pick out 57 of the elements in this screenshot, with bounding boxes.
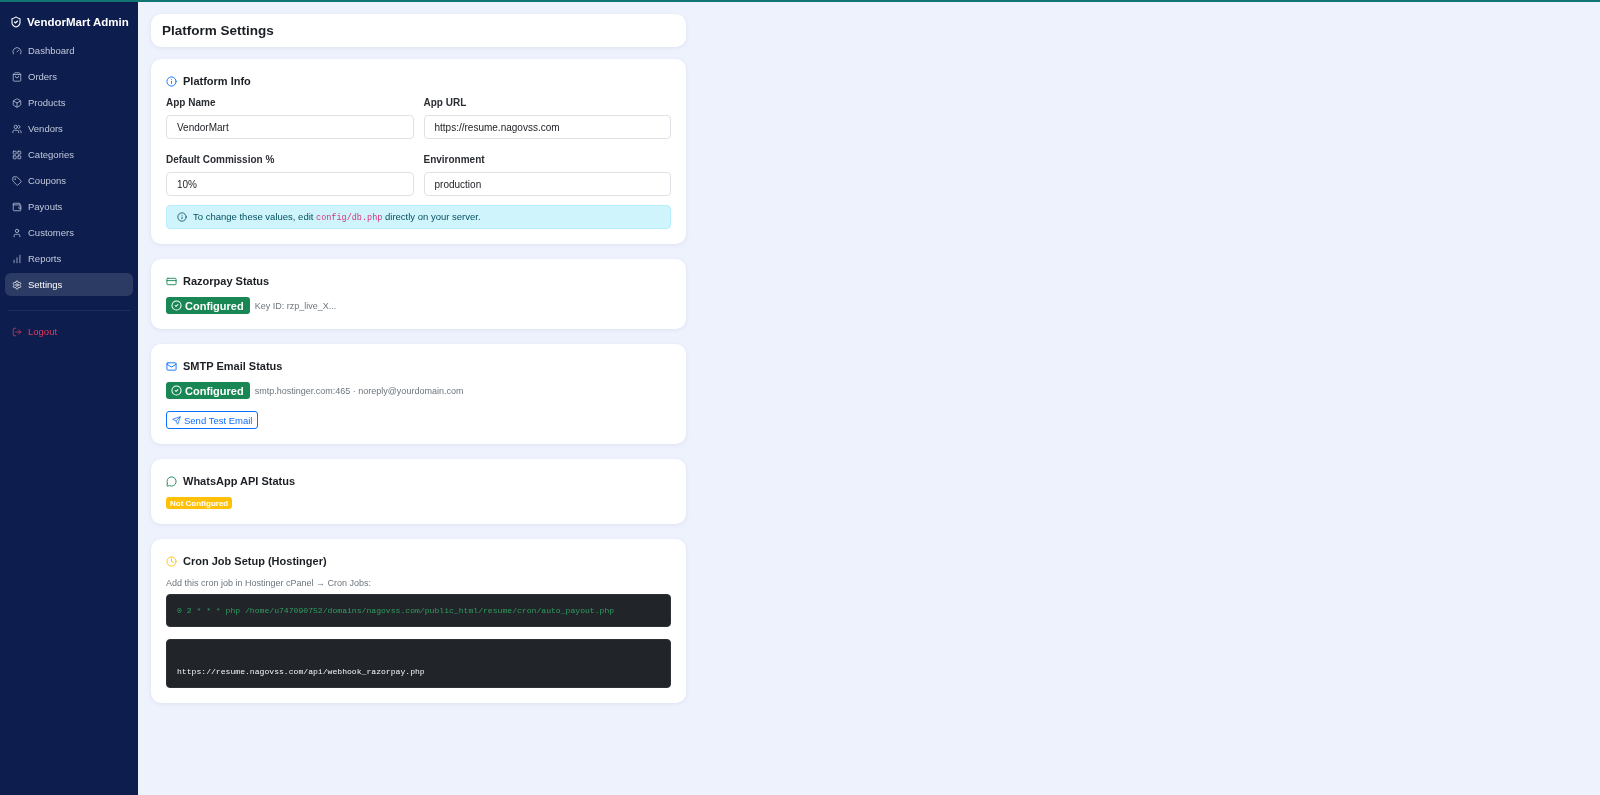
check-circle-icon <box>171 300 182 311</box>
card-title: Cron Job Setup (Hostinger) <box>183 554 327 568</box>
badge-text: Not Configured <box>170 498 229 508</box>
bag-icon <box>12 71 22 82</box>
text-input[interactable]: 10% <box>166 172 414 196</box>
nav-item[interactable]: Products <box>5 91 133 114</box>
text-input[interactable]: production <box>423 172 671 196</box>
card-title: Platform Info <box>183 74 251 88</box>
send-icon <box>172 415 181 425</box>
nav-item[interactable]: Coupons <box>5 169 133 192</box>
brand-title: VendorMart Admin <box>27 15 129 30</box>
field-label: App URL <box>423 96 468 110</box>
text-input[interactable]: https://resume.nagovss.com <box>423 115 671 139</box>
field-label: App Name <box>166 96 217 110</box>
bar-chart-icon <box>12 253 22 264</box>
clock-icon <box>166 555 177 567</box>
nav-item[interactable]: Payouts <box>5 195 133 218</box>
user-icon <box>12 227 22 238</box>
check-circle-icon <box>171 385 182 396</box>
nav-item[interactable]: Reports <box>5 247 133 270</box>
page-title: Platform Settings <box>162 22 275 39</box>
info-icon <box>166 75 177 87</box>
status-detail: smtp.hostinger.com:465 · noreply@yourdomain.com <box>254 385 464 396</box>
logout-icon <box>12 326 22 337</box>
mail-icon <box>166 360 177 372</box>
users-icon <box>12 123 22 134</box>
send-test-email-button[interactable]: Send Test Email <box>166 411 259 429</box>
badge-text: Configured <box>185 384 244 397</box>
logout-link[interactable]: Logout <box>5 320 133 343</box>
cron-hint: Add this cron job in Hostinger cPanel → Cron Jobs: <box>166 577 373 590</box>
code-block: https://resume.nagovss.com/api/webhook_razorpay.php <box>166 639 671 688</box>
nav-item[interactable]: Dashboard <box>5 39 133 62</box>
wallet-icon <box>12 201 22 212</box>
field-label: Environment <box>423 153 486 167</box>
gauge-icon <box>12 45 22 56</box>
nav-item[interactable]: Orders <box>5 65 133 88</box>
nav-item[interactable]: Categories <box>5 143 133 166</box>
settings-icon <box>12 279 22 290</box>
field-label: Default Commission % <box>166 153 276 167</box>
nav-item[interactable]: Vendors <box>5 117 133 140</box>
badge-text: Configured <box>185 299 244 312</box>
card-title: SMTP Email Status <box>183 359 283 373</box>
alert-text: To change these values, edit config/db.php directly on your server. <box>193 211 481 223</box>
nav-item[interactable]: Settings <box>5 273 133 296</box>
nav-item[interactable]: Customers <box>5 221 133 244</box>
code-block: 0 2 * * * php /home/u747090752/domains/nagovss.com/public_html/resume/cron/auto_payout.php <box>166 594 671 627</box>
shield-icon <box>10 16 22 28</box>
tag-icon <box>12 175 22 186</box>
box-icon <box>12 97 22 108</box>
credit-card-icon <box>166 275 177 287</box>
card-title: WhatsApp API Status <box>183 474 296 488</box>
chat-bubble-icon <box>166 475 177 487</box>
grid-icon <box>12 149 22 160</box>
card-title: Razorpay Status <box>183 274 270 288</box>
status-detail: Key ID: rzp_live_X... <box>254 300 337 311</box>
text-input[interactable]: VendorMart <box>166 115 414 139</box>
info-icon <box>177 212 187 222</box>
